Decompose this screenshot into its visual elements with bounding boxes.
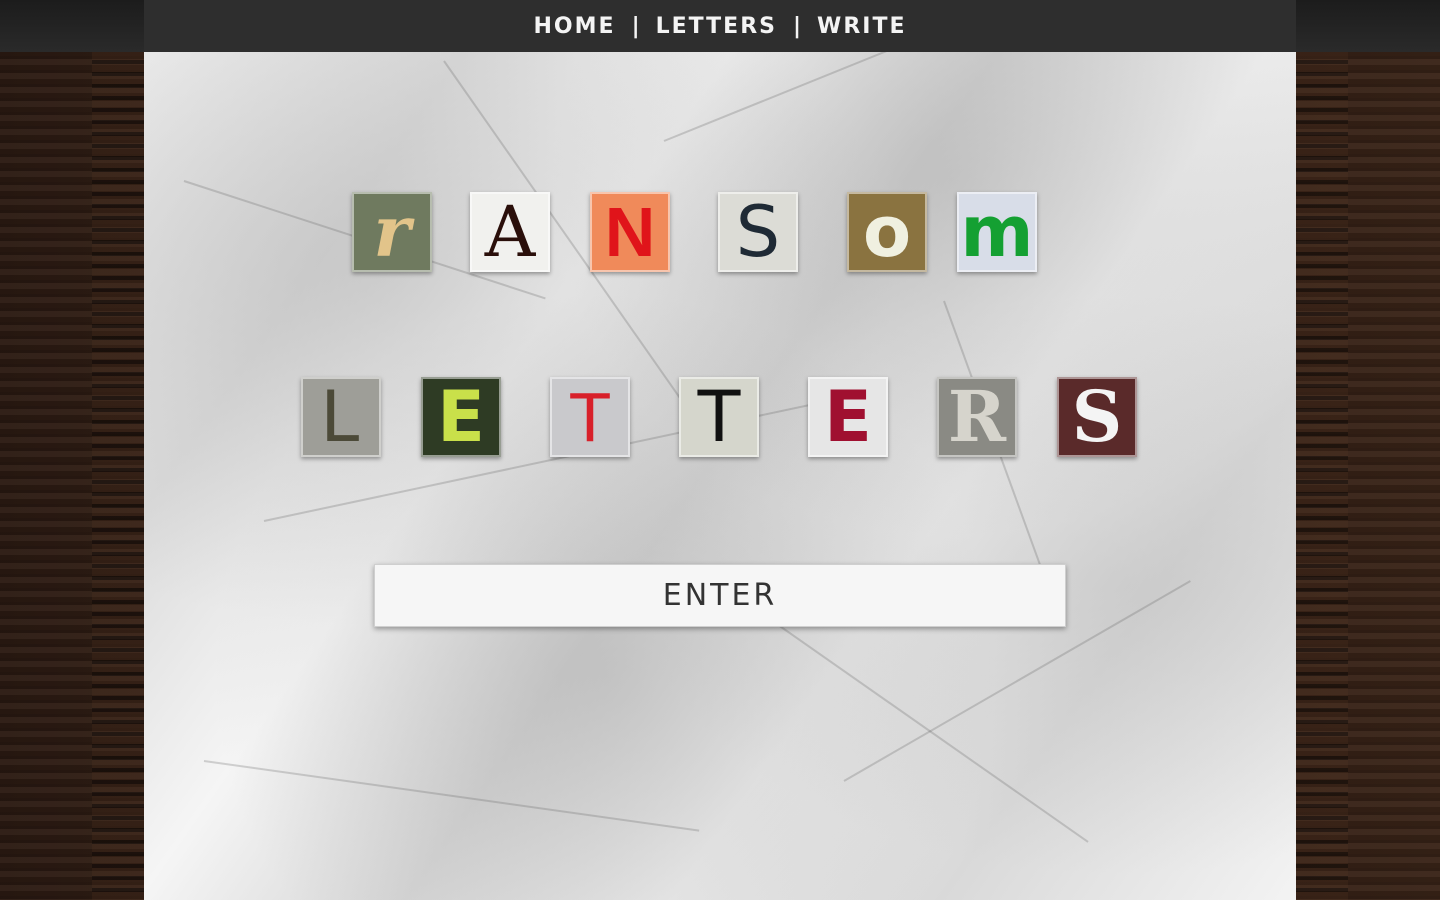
enter-button[interactable]: ENTER: [374, 564, 1066, 627]
letter-tile: r: [352, 192, 432, 272]
letter-tile: S: [718, 192, 798, 272]
letter-tile: T: [550, 377, 630, 457]
letter-tile: E: [808, 377, 888, 457]
nav-write-link[interactable]: WRITE: [817, 14, 906, 39]
letter-tile: E: [421, 377, 501, 457]
letter-tile: L: [301, 377, 381, 457]
nav-separator: |: [793, 13, 802, 39]
letter-tile: R: [937, 377, 1017, 457]
letter-tile: o: [847, 192, 927, 272]
letter-tile: S: [1057, 377, 1137, 457]
nav-home-link[interactable]: HOME: [534, 14, 616, 39]
wood-stripe-left: [92, 0, 144, 900]
letter-tile: N: [590, 192, 670, 272]
letter-tile: T: [679, 377, 759, 457]
enter-button-label: ENTER: [662, 578, 778, 613]
nav-separator: |: [631, 13, 640, 39]
letter-tile: m: [957, 192, 1037, 272]
wood-stripe-right: [1296, 0, 1348, 900]
top-navigation-bar: HOME | LETTERS | WRITE: [0, 0, 1440, 52]
letter-tile: A: [470, 192, 550, 272]
nav-letters-link[interactable]: LETTERS: [656, 14, 777, 39]
